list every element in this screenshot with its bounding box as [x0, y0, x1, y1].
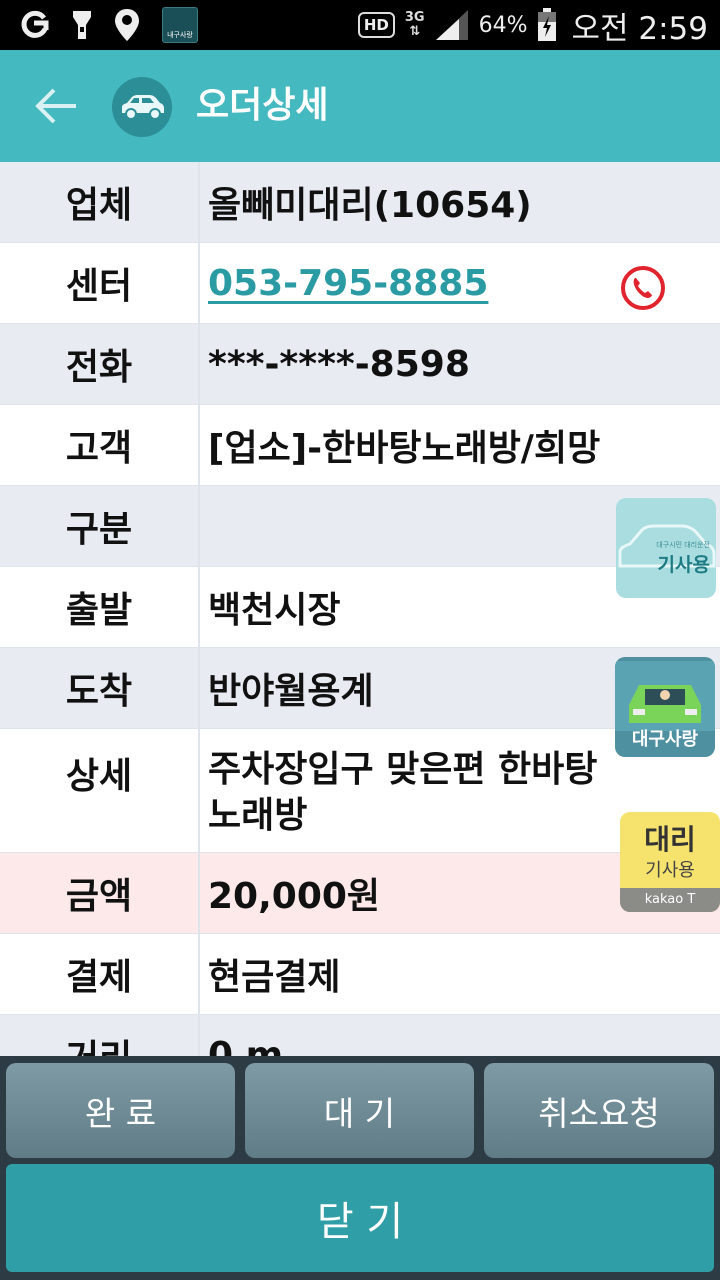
call-button[interactable]	[620, 265, 666, 311]
row-label: 구분	[0, 486, 200, 566]
detail-row-company: 업체 올빼미대리(10654)	[0, 162, 720, 243]
row-label: 거리	[0, 1015, 200, 1056]
phone-value: ***-****-8598	[208, 343, 470, 385]
detail-row-description: 상세 주차장입구 맞은편 한바탕노래방	[0, 729, 720, 853]
flashlight-icon	[72, 9, 92, 41]
complete-button[interactable]: 완 료	[6, 1063, 235, 1158]
car-icon	[112, 77, 172, 137]
row-label: 센터	[0, 243, 200, 323]
row-label: 고객	[0, 405, 200, 485]
floating-app-driver[interactable]: 대구시민 대리운전 기사용	[616, 498, 716, 598]
detail-row-payment: 결제 현금결제	[0, 934, 720, 1015]
battery-percent: 64%	[478, 12, 528, 38]
description-value: 주차장입구 맞은편 한바탕노래방	[208, 749, 598, 836]
detail-row-arrival: 도착 반야월용계	[0, 648, 720, 729]
cancel-request-button[interactable]: 취소요청	[484, 1063, 714, 1158]
row-label: 업체	[0, 162, 200, 242]
app-bar: 오더상세	[0, 50, 720, 162]
phone-icon	[621, 266, 665, 310]
company-value: 올빼미대리(10654)	[208, 185, 532, 226]
wait-button[interactable]: 대 기	[245, 1063, 474, 1158]
page-title: 오더상세	[196, 85, 329, 126]
back-button[interactable]	[30, 78, 82, 134]
status-bar: 내구사랑 HD 3G ⇅ 64% 오전 2:59	[0, 0, 720, 50]
floating-app-kakao-driver[interactable]: 대리 기사용 kakao T	[620, 812, 720, 912]
detail-row-category: 구분	[0, 486, 720, 567]
row-label: 전화	[0, 324, 200, 404]
row-label: 결제	[0, 934, 200, 1014]
detail-row-departure: 출발 백천시장	[0, 567, 720, 648]
app-notification-icon: 내구사랑	[162, 7, 198, 43]
row-label: 상세	[0, 729, 200, 852]
row-label: 금액	[0, 853, 200, 933]
order-details: 업체 올빼미대리(10654) 센터 053-795-8885 전화 ***-*…	[0, 162, 720, 1056]
arrow-left-icon	[35, 88, 76, 124]
distance-value: 0 m	[208, 1034, 284, 1057]
detail-row-phone: 전화 ***-****-8598	[0, 324, 720, 405]
floating-app-daegu[interactable]: 대구사랑	[615, 657, 715, 757]
car-front-icon	[615, 661, 715, 731]
detail-row-amount: 금액 20,000원	[0, 853, 720, 934]
customer-value: [업소]-한바탕노래방/희망	[208, 428, 601, 469]
close-button[interactable]: 닫 기	[6, 1164, 714, 1272]
row-label: 도착	[0, 648, 200, 728]
payment-value: 현금결제	[208, 957, 341, 998]
detail-row-distance: 거리 0 m	[0, 1015, 720, 1056]
detail-row-customer: 고객 [업소]-한바탕노래방/희망	[0, 405, 720, 486]
battery-icon	[537, 8, 557, 42]
signal-icon	[435, 9, 469, 41]
sync-icon	[18, 9, 50, 41]
network-type: 3G ⇅	[404, 10, 425, 39]
row-label: 출발	[0, 567, 200, 647]
bottom-action-bar: 완 료 대 기 취소요청 닫 기	[0, 1056, 720, 1280]
hd-voice-icon: HD	[357, 12, 395, 38]
detail-row-center: 센터 053-795-8885	[0, 243, 720, 324]
location-icon	[114, 8, 140, 42]
clock: 오전 2:59	[571, 10, 708, 47]
